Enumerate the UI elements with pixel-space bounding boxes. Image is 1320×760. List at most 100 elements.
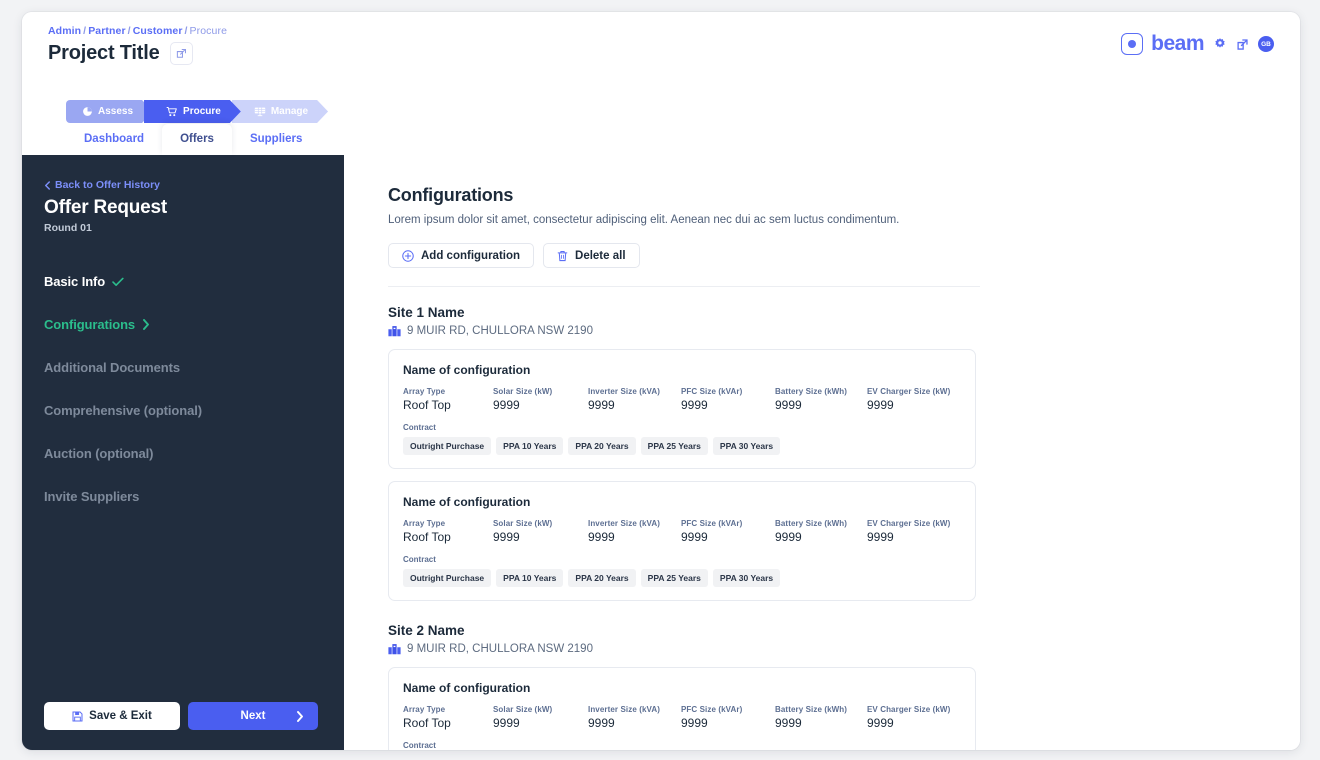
configuration-fields: Array Type Roof Top Solar Size (kW) 9999…: [403, 387, 961, 412]
main-content: Configurations Lorem ipsum dolor sit ame…: [344, 155, 1300, 750]
field-value: 9999: [588, 398, 615, 412]
sidebar-steps: Basic Info Configurations Additional Doc…: [44, 260, 344, 518]
site-address-row: 9 MUIR RD, CHULLORA NSW 2190: [388, 643, 1300, 655]
sidebar: Back to Offer History Offer Request Roun…: [22, 155, 344, 750]
field-value: 9999: [681, 530, 708, 544]
settings-button[interactable]: [1213, 37, 1227, 51]
field-pfc-size: PFC Size (kVAr) 9999: [681, 519, 775, 544]
building-icon: [388, 644, 401, 655]
field-value: 9999: [867, 398, 894, 412]
workflow-step-label: Assess: [98, 106, 134, 117]
contract-chip[interactable]: PPA 10 Years: [496, 569, 564, 587]
next-label: Next: [240, 710, 266, 722]
building-icon: [388, 326, 401, 337]
field-inverter-size: Inverter Size (kVA) 9999: [588, 387, 681, 412]
sidebar-item-label: Comprehensive (optional): [44, 403, 202, 418]
contract-chip[interactable]: Outright Purchase: [403, 569, 492, 587]
add-configuration-button[interactable]: Add configuration: [388, 243, 535, 268]
field-value: 9999: [775, 530, 802, 544]
breadcrumb-item-partner[interactable]: Partner: [88, 25, 125, 37]
field-label: PFC Size (kVAr): [681, 387, 743, 396]
sidebar-item-comprehensive[interactable]: Comprehensive (optional): [44, 389, 344, 432]
add-configuration-label: Add configuration: [421, 249, 521, 262]
field-array-type: Array Type Roof Top: [403, 705, 493, 730]
tab-offers[interactable]: Offers: [162, 124, 232, 155]
next-button[interactable]: Next: [188, 702, 318, 730]
field-label: EV Charger Size (kW): [867, 387, 951, 396]
field-label: Inverter Size (kVA): [588, 519, 660, 528]
field-label: Solar Size (kW): [493, 705, 553, 714]
workflow-step-manage[interactable]: Manage: [232, 100, 328, 123]
beam-circle-icon: [1121, 33, 1144, 55]
chevron-left-icon: [45, 180, 50, 190]
breadcrumb-separator: /: [127, 25, 131, 37]
configuration-name: Name of configuration: [403, 363, 531, 377]
contract-label: Contract: [403, 555, 436, 564]
gear-icon: [1215, 38, 1225, 48]
field-battery-size: Battery Size (kWh) 9999: [775, 519, 867, 544]
contract-chip[interactable]: PPA 25 Years: [640, 437, 708, 455]
field-value: 9999: [588, 530, 615, 544]
field-value: 9999: [588, 716, 615, 730]
breadcrumb-separator: /: [184, 25, 188, 37]
workflow-step-procure[interactable]: Procure: [144, 100, 241, 123]
breadcrumb: Admin / Partner / Customer / Procure: [48, 25, 227, 37]
sidebar-item-invite-suppliers[interactable]: Invite Suppliers: [44, 475, 344, 518]
contract-chip[interactable]: PPA 10 Years: [496, 437, 564, 455]
field-label: Inverter Size (kVA): [588, 705, 660, 714]
field-value: 9999: [493, 398, 520, 412]
back-to-offer-history-link[interactable]: Back to Offer History: [44, 179, 344, 191]
external-link-icon: [1237, 38, 1248, 50]
sidebar-item-label: Invite Suppliers: [44, 489, 140, 504]
configurations-subtitle: Lorem ipsum dolor sit amet, consectetur …: [388, 214, 900, 226]
breadcrumb-item-customer[interactable]: Customer: [133, 25, 183, 37]
contract-chips: Outright Purchase PPA 10 Years PPA 20 Ye…: [403, 569, 961, 587]
page-title-row: Project Title: [48, 42, 193, 65]
save-and-exit-button[interactable]: Save & Exit: [44, 702, 180, 730]
open-external-button[interactable]: [1236, 38, 1249, 51]
field-ev-charger-size: EV Charger Size (kW) 9999: [867, 387, 950, 412]
app-window: Admin / Partner / Customer / Procure Project T…: [22, 12, 1300, 750]
contract-chip[interactable]: PPA 25 Years: [640, 569, 708, 587]
sidebar-item-auction[interactable]: Auction (optional): [44, 432, 344, 475]
sidebar-item-label: Additional Documents: [44, 360, 180, 375]
configuration-fields: Array Type Roof Top Solar Size (kW) 9999…: [403, 519, 961, 544]
field-label: Battery Size (kWh): [775, 705, 848, 714]
offer-request-title: Offer Request: [44, 197, 168, 218]
site-name: Site 2 Name: [388, 623, 465, 638]
field-value: 9999: [681, 716, 708, 730]
sidebar-item-configurations[interactable]: Configurations: [44, 303, 344, 346]
field-label: Array Type: [403, 705, 446, 714]
contract-label: Contract: [403, 423, 436, 432]
contract-chip[interactable]: Outright Purchase: [403, 437, 492, 455]
field-label: Array Type: [403, 519, 446, 528]
breadcrumb-item-admin[interactable]: Admin: [48, 25, 81, 37]
contract-chip[interactable]: PPA 20 Years: [568, 437, 636, 455]
field-label: Battery Size (kWh): [775, 387, 848, 396]
site-address: 9 MUIR RD, CHULLORA NSW 2190: [407, 643, 593, 655]
contract-chip[interactable]: PPA 30 Years: [712, 437, 781, 455]
configuration-actions: Add configuration Delete all: [388, 243, 1300, 268]
contract-chip[interactable]: PPA 30 Years: [712, 569, 781, 587]
brand-name: beam: [1151, 32, 1204, 55]
workflow-step-label: Procure: [183, 106, 221, 117]
sidebar-item-label: Configurations: [44, 317, 136, 332]
sidebar-item-basic-info[interactable]: Basic Info: [44, 260, 344, 303]
workflow-step-assess[interactable]: Assess: [66, 100, 153, 123]
field-value: 9999: [867, 716, 894, 730]
edit-title-button[interactable]: [169, 42, 193, 65]
field-solar-size: Solar Size (kW) 9999: [493, 705, 588, 730]
sidebar-item-additional-documents[interactable]: Additional Documents: [44, 346, 344, 389]
field-label: PFC Size (kVAr): [681, 705, 743, 714]
site-address: 9 MUIR RD, CHULLORA NSW 2190: [407, 325, 593, 337]
field-battery-size: Battery Size (kWh) 9999: [775, 387, 867, 412]
field-label: EV Charger Size (kW): [867, 705, 951, 714]
site-name: Site 1 Name: [388, 305, 465, 320]
field-value: 9999: [775, 716, 802, 730]
tab-suppliers[interactable]: Suppliers: [232, 124, 320, 155]
workflow-step-label: Manage: [270, 106, 309, 117]
avatar[interactable]: GB: [1258, 36, 1274, 52]
tab-dashboard[interactable]: Dashboard: [66, 124, 162, 155]
contract-chip[interactable]: PPA 20 Years: [568, 569, 636, 587]
delete-all-button[interactable]: Delete all: [543, 243, 640, 268]
